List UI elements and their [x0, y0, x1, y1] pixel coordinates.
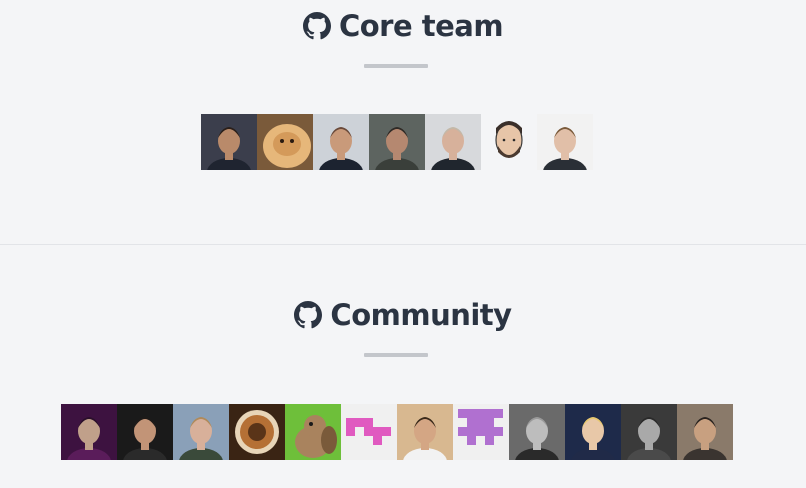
community-title: Community	[330, 298, 512, 332]
core-team-member-avatar[interactable]	[257, 114, 313, 170]
community-avatars	[61, 404, 733, 460]
heading-underline	[364, 353, 428, 357]
community-member-avatar[interactable]	[397, 404, 453, 460]
core-team-title: Core team	[338, 9, 504, 43]
core-team-section: Core team	[0, 0, 806, 244]
community-member-avatar[interactable]	[509, 404, 565, 460]
community-member-avatar[interactable]	[565, 404, 621, 460]
person-avatar	[369, 114, 425, 170]
coffee-avatar	[229, 404, 285, 460]
person-avatar	[173, 404, 229, 460]
github-icon	[294, 301, 323, 329]
cartoon-avatar	[481, 114, 537, 170]
core-team-avatars	[201, 114, 593, 170]
person-avatar	[537, 114, 593, 170]
core-team-member-avatar[interactable]	[201, 114, 257, 170]
core-team-member-avatar[interactable]	[313, 114, 369, 170]
community-member-avatar[interactable]	[285, 404, 341, 460]
person-avatar	[621, 404, 677, 460]
community-member-avatar[interactable]	[453, 404, 509, 460]
person-avatar	[201, 114, 257, 170]
person-avatar	[117, 404, 173, 460]
person-avatar	[313, 114, 369, 170]
heading-underline	[364, 64, 428, 68]
person-avatar	[677, 404, 733, 460]
community-member-avatar[interactable]	[229, 404, 285, 460]
cat-avatar	[257, 114, 313, 170]
core-team-heading: Core team	[0, 6, 806, 46]
core-team-member-avatar[interactable]	[369, 114, 425, 170]
core-team-member-avatar[interactable]	[481, 114, 537, 170]
community-member-avatar[interactable]	[621, 404, 677, 460]
community-heading: Community	[0, 295, 806, 335]
community-member-avatar[interactable]	[173, 404, 229, 460]
person-avatar	[509, 404, 565, 460]
identicon-avatar-2	[453, 404, 509, 460]
person-avatar	[565, 404, 621, 460]
person-avatar	[61, 404, 117, 460]
core-team-member-avatar[interactable]	[537, 114, 593, 170]
squirrel-avatar	[285, 404, 341, 460]
community-member-avatar[interactable]	[341, 404, 397, 460]
identicon-avatar	[341, 404, 397, 460]
person-avatar	[397, 404, 453, 460]
community-member-avatar[interactable]	[117, 404, 173, 460]
community-section: Community	[0, 245, 806, 488]
person-avatar	[425, 114, 481, 170]
community-member-avatar[interactable]	[61, 404, 117, 460]
github-icon	[302, 12, 331, 40]
community-member-avatar[interactable]	[677, 404, 733, 460]
core-team-member-avatar[interactable]	[425, 114, 481, 170]
